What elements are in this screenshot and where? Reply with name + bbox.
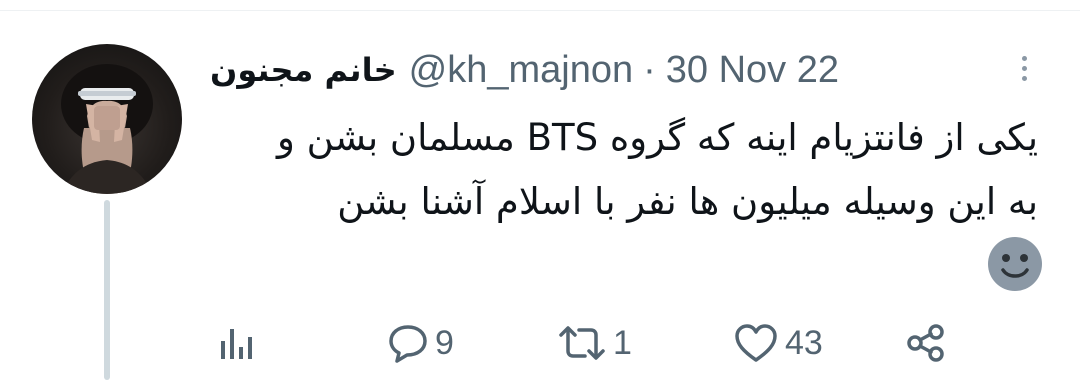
like-button[interactable]: 43 [733,318,823,368]
heart-icon [735,324,777,362]
tweet-text-line: به این وسیله میلیون ها نفر با اسلام آشنا… [337,180,1038,223]
analytics-button[interactable] [219,318,257,368]
thread-line [104,200,110,380]
separator-dot: · [643,48,656,91]
retweet-button[interactable]: 1 [557,318,632,368]
like-count: 43 [785,323,823,362]
bar-chart-icon [221,329,252,359]
tweet-text: یکی از فانتزیام اینه که گروه BTS مسلمان … [215,106,1038,234]
reply-button[interactable]: 9 [387,318,454,368]
more-options-icon[interactable] [1012,48,1036,88]
tweet-date[interactable]: 30 Nov 22 [666,49,839,92]
display-name[interactable]: خانم مجنون [210,51,397,89]
top-divider [0,10,1080,11]
tweet-text-line: یکی از فانتزیام اینه که گروه BTS مسلمان … [277,116,1038,159]
reply-count: 9 [435,323,454,362]
avatar[interactable] [32,44,182,194]
tweet-header: خانم مجنون @kh_majnon · 30 Nov 22 [210,44,990,96]
user-handle[interactable]: @kh_majnon [409,49,633,92]
retweet-count: 1 [613,323,632,362]
avatar-image [61,64,153,194]
tweet-card[interactable]: خانم مجنون @kh_majnon · 30 Nov 22 یکی از… [0,0,1080,380]
share-button[interactable] [905,318,947,368]
share-icon [907,324,944,362]
action-bar: 9 1 43 [215,318,975,368]
speech-bubble-icon [389,325,427,363]
retweet-arrows-icon [559,326,605,360]
slightly-smiling-face-emoji [987,236,1043,292]
